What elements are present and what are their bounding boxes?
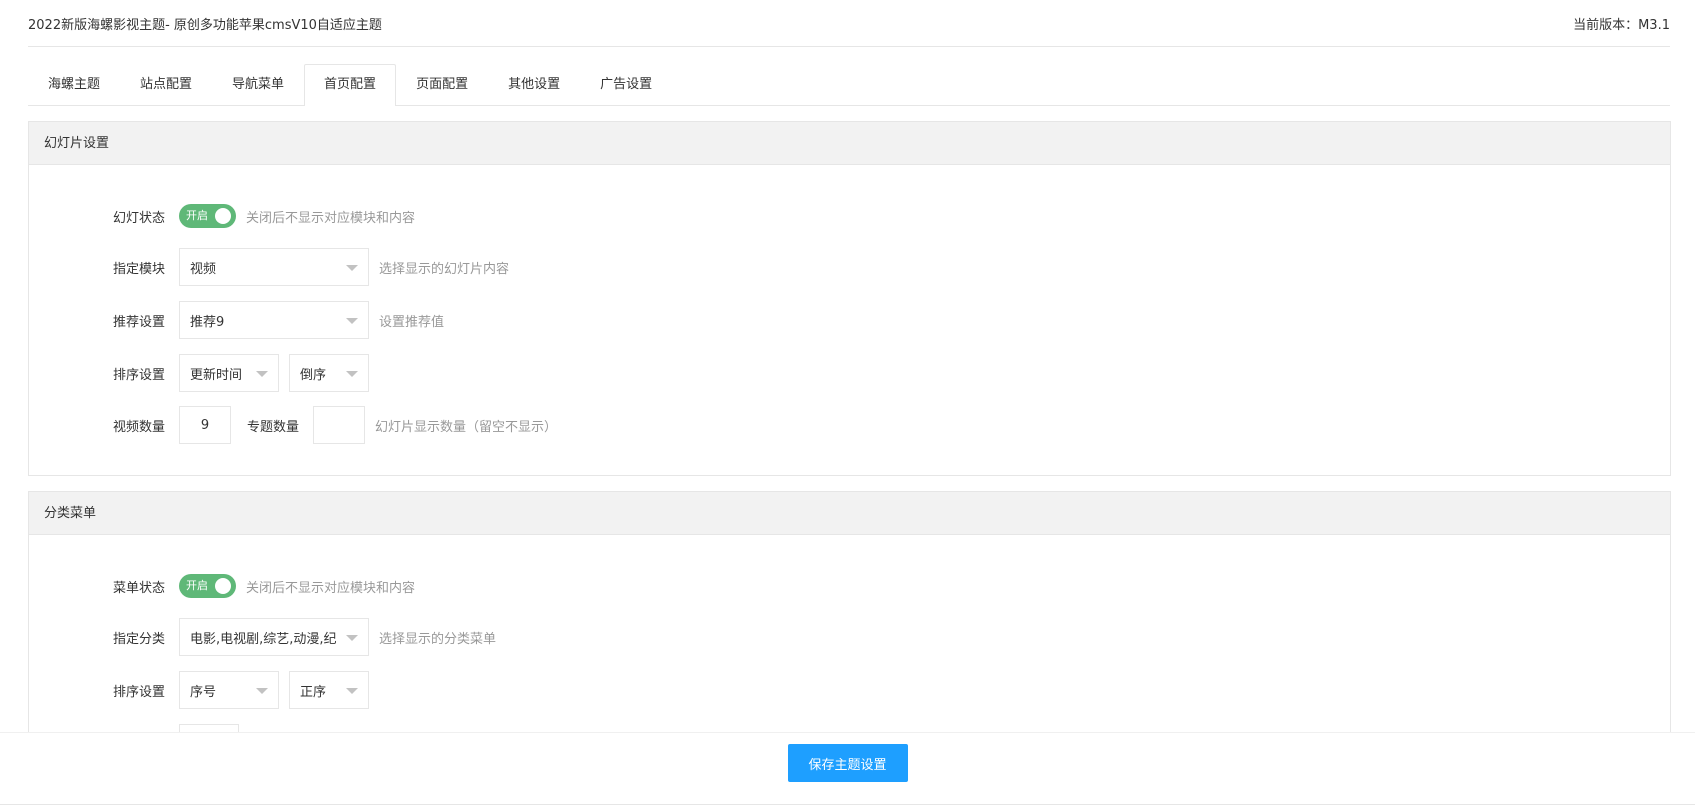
chevron-down-icon [346,371,358,377]
tab-other-settings[interactable]: 其他设置 [488,64,580,105]
slideshow-sort-field-select[interactable]: 更新时间 [179,354,279,392]
chevron-down-icon [346,265,358,271]
category-sort-field-select[interactable]: 序号 [179,671,279,709]
select-value: 推荐9 [190,314,225,330]
category-sort-row: 排序设置 序号 正序 [29,671,369,709]
save-theme-settings-button[interactable]: 保存主题设置 [787,744,908,782]
menu-status-switch[interactable]: 开启 [179,574,236,598]
category-select-row: 指定分类 电影,电视剧,综艺,动漫,纪 选择显示的分类菜单 [29,618,496,656]
category-multiselect[interactable]: 电影,电视剧,综艺,动漫,纪 [179,618,369,656]
switch-knob [215,578,231,594]
chevron-down-icon [256,688,268,694]
slideshow-sort-order-select[interactable]: 倒序 [289,354,369,392]
select-value: 电影,电视剧,综艺,动漫,纪 [190,631,337,647]
category-sort-label: 排序设置 [112,684,165,700]
slideshow-panel: 幻灯片设置 幻灯状态 开启 关闭后不显示对应模块和内容 指定模块 视频 选择显示… [28,121,1671,476]
chevron-down-icon [346,688,358,694]
slideshow-module-row: 指定模块 视频 选择显示的幻灯片内容 [29,248,509,286]
slideshow-recommend-label: 推荐设置 [112,314,165,330]
select-value: 正序 [300,684,327,700]
slideshow-status-hint: 关闭后不显示对应模块和内容 [246,210,416,226]
menu-status-hint: 关闭后不显示对应模块和内容 [246,580,416,596]
slideshow-status-switch[interactable]: 开启 [179,204,236,228]
category-select-hint: 选择显示的分类菜单 [379,631,497,647]
slideshow-sort-row: 排序设置 更新时间 倒序 [29,354,369,392]
tab-ad-settings[interactable]: 广告设置 [580,64,672,105]
category-panel-title: 分类菜单 [29,492,1670,535]
select-value: 序号 [190,684,217,700]
save-bar: 保存主题设置 [0,732,1695,805]
slideshow-recommend-row: 推荐设置 推荐9 设置推荐值 [29,301,444,339]
category-sort-order-select[interactable]: 正序 [289,671,369,709]
tab-page-config[interactable]: 页面配置 [396,64,488,105]
version-label: 当前版本：M3.1 [1573,17,1670,33]
slideshow-recommend-select[interactable]: 推荐9 [179,301,369,339]
select-value: 倒序 [300,367,327,383]
slideshow-recommend-hint: 设置推荐值 [379,314,445,330]
page-title: 2022新版海螺影视主题- 原创多功能苹果cmsV10自适应主题 [28,17,382,33]
switch-text: 开启 [186,209,208,222]
slideshow-status-row: 幻灯状态 开启 关闭后不显示对应模块和内容 [29,197,415,235]
switch-text: 开启 [186,579,208,592]
page-header: 2022新版海螺影视主题- 原创多功能苹果cmsV10自适应主题 当前版本：M3… [28,0,1670,47]
settings-tabs: 海螺主题 站点配置 导航菜单 首页配置 页面配置 其他设置 广告设置 [28,64,1670,106]
slideshow-module-select[interactable]: 视频 [179,248,369,286]
video-count-input[interactable] [179,406,231,444]
category-select-label: 指定分类 [112,631,165,647]
video-count-label: 视频数量 [112,419,165,435]
tab-home-config[interactable]: 首页配置 [304,64,397,106]
slideshow-count-row: 视频数量 专题数量 幻灯片显示数量（留空不显示） [29,406,557,444]
tab-nav-menu[interactable]: 导航菜单 [212,64,304,105]
tab-hailuo-theme[interactable]: 海螺主题 [28,64,120,105]
slideshow-module-hint: 选择显示的幻灯片内容 [379,261,510,277]
chevron-down-icon [346,635,358,641]
chevron-down-icon [346,318,358,324]
topic-count-input[interactable] [313,406,366,444]
slideshow-panel-title: 幻灯片设置 [29,122,1670,165]
select-value: 视频 [190,261,217,277]
tab-site-config[interactable]: 站点配置 [120,64,212,105]
menu-status-row: 菜单状态 开启 关闭后不显示对应模块和内容 [29,567,415,605]
menu-status-label: 菜单状态 [112,580,165,596]
theme-settings-page: 2022新版海螺影视主题- 原创多功能苹果cmsV10自适应主题 当前版本：M3… [0,0,1695,805]
topic-count-label: 专题数量 [247,419,300,435]
switch-knob [215,208,231,224]
slideshow-count-hint: 幻灯片显示数量（留空不显示） [375,419,558,435]
chevron-down-icon [256,371,268,377]
slideshow-module-label: 指定模块 [112,261,165,277]
slideshow-status-label: 幻灯状态 [112,210,165,226]
slideshow-sort-label: 排序设置 [112,367,165,383]
